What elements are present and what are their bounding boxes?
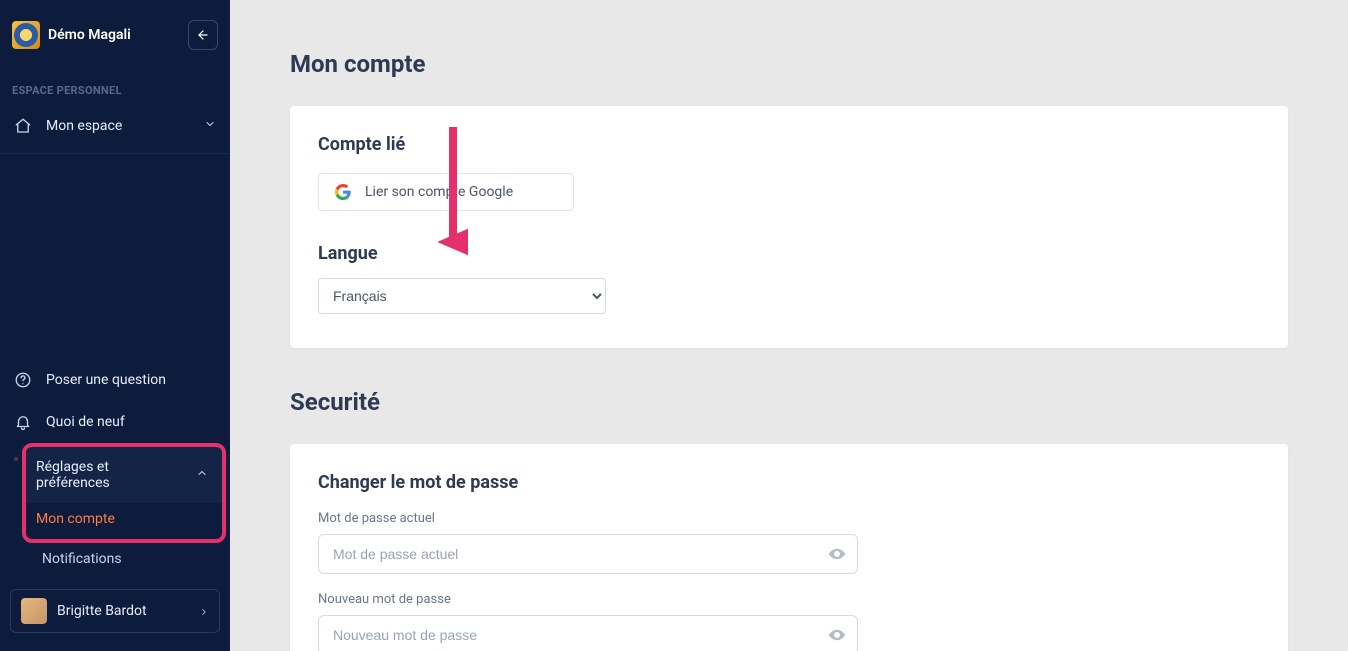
user-name: Brigitte Bardot <box>57 603 189 619</box>
user-card[interactable]: Brigitte Bardot <box>10 589 220 633</box>
sidebar-settings-highlight: Réglages et préférences Mon compte <box>22 443 226 543</box>
language-select[interactable]: Français <box>318 278 606 314</box>
sidebar-item-label: Poser une question <box>46 372 166 388</box>
eye-icon[interactable] <box>828 626 846 644</box>
chevron-down-icon <box>204 118 216 134</box>
sidebar-section-label: ESPACE PERSONNEL <box>0 68 230 105</box>
sidebar-item-quoi-de-neuf[interactable]: Quoi de neuf <box>0 401 230 443</box>
sidebar-item-mon-espace[interactable]: Mon espace <box>0 105 230 147</box>
bell-icon <box>14 413 32 431</box>
current-password-label: Mot de passe actuel <box>318 511 1260 526</box>
main-content: Mon compte Compte lié Lier son compte Go… <box>230 0 1348 651</box>
eye-icon[interactable] <box>828 545 846 563</box>
sidebar-item-label: Réglages et préférences <box>36 459 182 491</box>
chevron-right-icon <box>199 602 209 621</box>
linked-account-heading: Compte lié <box>318 134 1260 155</box>
sidebar-item-reglages[interactable]: Réglages et préférences <box>26 447 222 503</box>
google-button-text: Lier son compte Google <box>365 184 513 200</box>
help-icon <box>14 371 32 389</box>
arrow-left-icon <box>196 28 210 42</box>
collapse-sidebar-button[interactable] <box>188 20 218 50</box>
home-icon <box>14 117 32 135</box>
sidebar-item-poser-question[interactable]: Poser une question <box>0 359 230 401</box>
google-icon <box>335 184 351 200</box>
chevron-up-icon <box>196 467 208 483</box>
new-password-input[interactable] <box>318 615 858 651</box>
language-heading: Langue <box>318 243 1260 264</box>
brand: Démo Magali <box>12 21 131 49</box>
page-title: Mon compte <box>290 50 1288 78</box>
current-password-input[interactable] <box>318 534 858 574</box>
brand-logo <box>12 21 40 49</box>
change-password-heading: Changer le mot de passe <box>318 472 1260 493</box>
avatar <box>21 598 47 624</box>
link-google-button[interactable]: Lier son compte Google <box>318 173 574 211</box>
security-title: Securité <box>290 388 1288 416</box>
sidebar-item-label: Mon espace <box>46 118 122 134</box>
sidebar-item-label: Quoi de neuf <box>46 414 125 430</box>
brand-name: Démo Magali <box>48 27 131 43</box>
new-password-label: Nouveau mot de passe <box>318 592 1260 607</box>
gear-icon <box>0 443 18 461</box>
sidebar-header: Démo Magali <box>0 0 230 68</box>
security-card: Changer le mot de passe Mot de passe act… <box>290 444 1288 651</box>
sidebar-sub-mon-compte[interactable]: Mon compte <box>26 503 222 535</box>
sidebar-sub-notifications[interactable]: Notifications <box>0 543 230 575</box>
divider <box>0 153 230 154</box>
account-card: Compte lié Lier son compte Google Langue… <box>290 106 1288 348</box>
sidebar: Démo Magali ESPACE PERSONNEL Mon espace … <box>0 0 230 651</box>
